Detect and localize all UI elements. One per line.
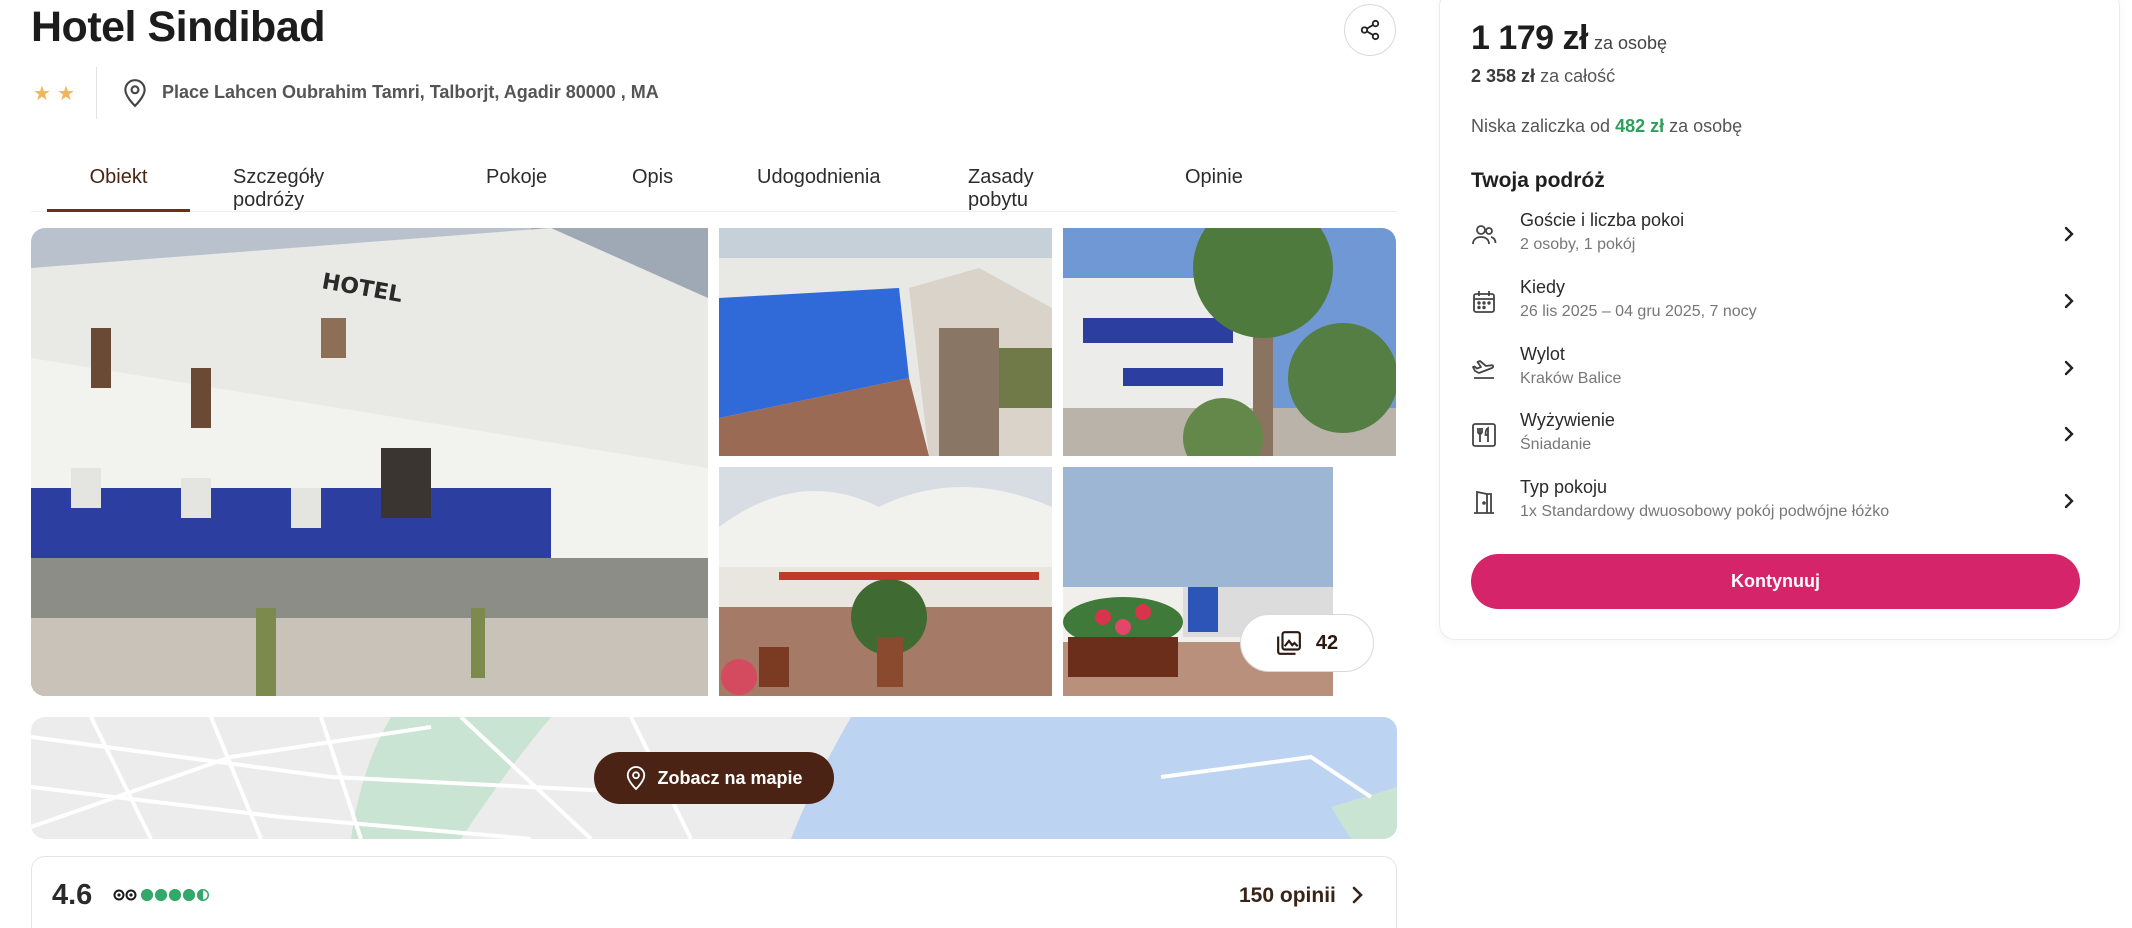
price-per-person-unit: za osobę (1593, 33, 1668, 53)
price-per-person: 1 179 zł za osobę (1471, 19, 1667, 58)
reviews-count-link[interactable]: 150 opinii (1239, 884, 1336, 908)
share-button[interactable] (1344, 4, 1396, 56)
trip-row-label: Goście i liczba pokoi (1520, 210, 1685, 230)
trip-row-label: Typ pokoju (1520, 477, 1608, 497)
view-on-map-label: Zobacz na mapie (657, 767, 803, 788)
location-pin-icon (124, 79, 146, 108)
rating-score: 4.6 (52, 879, 93, 911)
price-total-unit: za całość (1540, 66, 1616, 86)
tab-szczegoly-podrozy[interactable]: Szczegóły podróży (233, 160, 324, 212)
tab-opinie[interactable]: Opinie (1185, 160, 1243, 212)
trip-row-value: Śniadanie (1520, 436, 1592, 453)
chevron-right-icon (2064, 360, 2074, 376)
trip-row-dates[interactable]: Kiedy 26 lis 2025 – 04 gru 2025, 7 nocy (1471, 277, 2085, 329)
divider (96, 67, 97, 119)
hotel-photo-pool[interactable] (719, 228, 1052, 456)
tab-zasady-pobytu[interactable]: Zasady pobytu (968, 160, 1034, 212)
deposit-suffix: za osobę (1669, 116, 1743, 136)
hotel-photo-exterior[interactable] (1063, 228, 1396, 456)
location-pin-icon (627, 766, 646, 791)
trip-row-board[interactable]: Wyżywienie Śniadanie (1471, 410, 2085, 462)
tab-udogodnienia[interactable]: Udogodnienia (757, 160, 880, 212)
chevron-right-icon (2064, 426, 2074, 442)
hotel-stars: ★ ★ (33, 84, 75, 104)
plane-departure-icon (1472, 360, 1494, 379)
gallery-icon (1276, 631, 1301, 655)
rating-card[interactable] (31, 856, 1397, 928)
rating-bubble-fill (169, 889, 181, 901)
rating-bubble-fill (141, 889, 153, 901)
share-icon (1360, 19, 1380, 41)
price-total-value: 2 358 zł (1471, 66, 1536, 86)
tripadvisor-rating-icon (113, 889, 209, 901)
view-on-map-button[interactable]: Zobacz na mapie (594, 752, 834, 804)
chevron-right-icon (2064, 226, 2074, 242)
meal-icon (1472, 423, 1496, 447)
trip-row-value: 1x Standardowy dwuosobowy pokój podwójne… (1520, 503, 1890, 520)
rating-bubble-half (197, 889, 203, 901)
rating-bubble-fill (155, 889, 167, 901)
trip-row-room-type[interactable]: Typ pokoju 1x Standardowy dwuosobowy pok… (1471, 477, 2085, 529)
trip-row-value: 2 osoby, 1 pokój (1520, 236, 1636, 253)
deposit-info: Niska zaliczka od 482 zł za osobę (1471, 116, 1742, 137)
door-icon (1474, 490, 1494, 514)
trip-row-label: Kiedy (1520, 277, 1566, 297)
star-icon: ★ (33, 83, 51, 105)
trip-row-label: Wylot (1520, 344, 1565, 364)
chevron-right-icon (2064, 493, 2074, 509)
section-tabs: Obiekt Szczegóły podróży Pokoje Opis Udo… (47, 160, 1243, 212)
trip-row-departure[interactable]: Wylot Kraków Balice (1471, 344, 2085, 396)
chevron-right-icon (2064, 293, 2074, 309)
trip-title: Twoja podróż (1471, 169, 1605, 192)
calendar-icon (1473, 291, 1495, 313)
photo-gallery-button[interactable]: 42 (1240, 614, 1374, 672)
trip-row-guests[interactable]: Goście i liczba pokoi 2 osoby, 1 pokój (1471, 210, 2085, 262)
rating-bubble-fill (183, 889, 195, 901)
deposit-prefix: Niska zaliczka od (1471, 116, 1611, 136)
star-icon: ★ (56, 83, 75, 105)
trip-row-label: Wyżywienie (1520, 410, 1615, 430)
hotel-photo-main[interactable]: HOTEL (31, 228, 708, 696)
photo-count: 42 (1315, 631, 1339, 654)
hotel-address: Place Lahcen Oubrahim Tamri, Talborjt, A… (162, 82, 659, 102)
trip-row-value: 26 lis 2025 – 04 gru 2025, 7 nocy (1520, 303, 1757, 320)
trip-row-value: Kraków Balice (1520, 370, 1622, 387)
price-total: 2 358 zł za całość (1471, 66, 1615, 87)
price-per-person-value: 1 179 zł (1471, 19, 1588, 57)
chevron-right-icon[interactable] (1349, 884, 1365, 906)
guests-icon (1472, 225, 1497, 245)
deposit-amount: 482 zł (1615, 116, 1665, 136)
continue-button[interactable]: Kontynuuj (1471, 554, 2080, 609)
tab-pokoje[interactable]: Pokoje (486, 160, 547, 212)
hotel-photo-terrace[interactable] (719, 467, 1052, 696)
tab-opis[interactable]: Opis (632, 160, 673, 212)
hotel-title: Hotel Sindibad (31, 3, 326, 51)
tab-obiekt[interactable]: Obiekt (47, 160, 190, 212)
